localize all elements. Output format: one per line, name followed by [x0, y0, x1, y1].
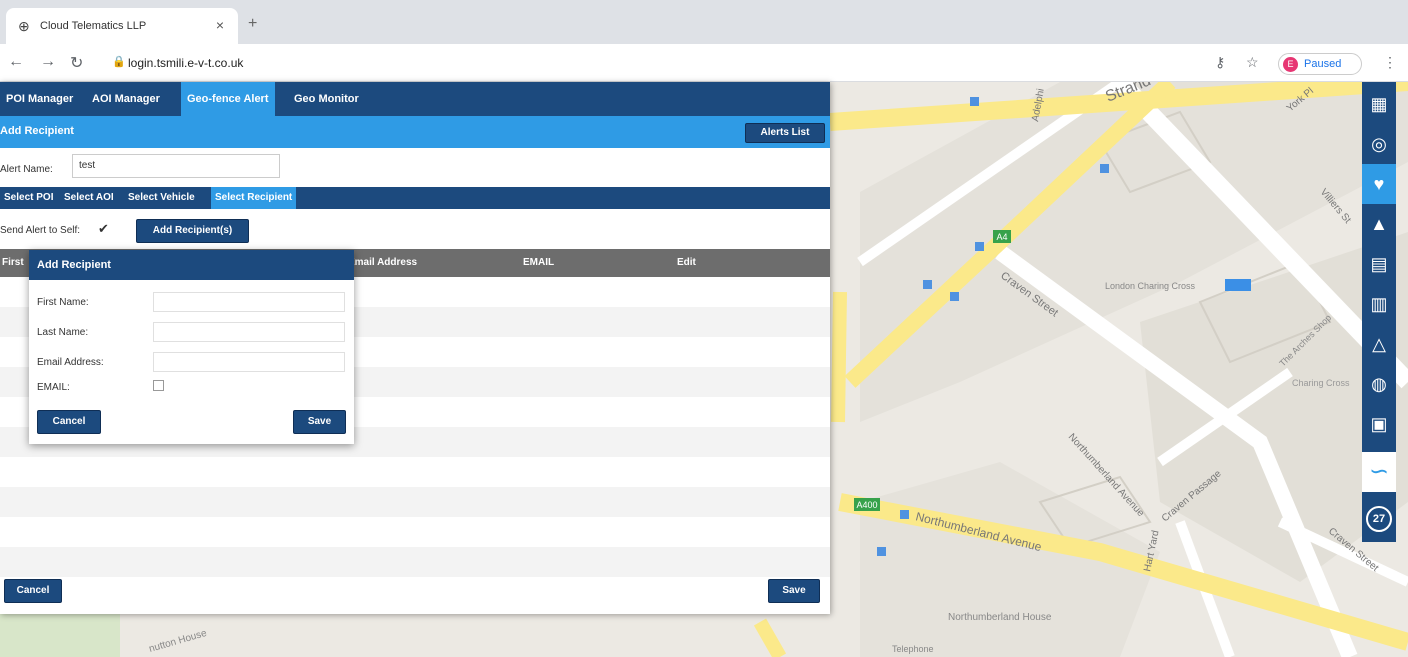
map-label-telephone: Telephone [892, 644, 934, 654]
tab-select-poi[interactable]: Select POI [0, 187, 57, 209]
dialog-title: Add Recipient [37, 259, 111, 271]
send-self-label: Send Alert to Self: [0, 225, 81, 236]
globe-icon[interactable]: ◍ [1362, 364, 1396, 404]
swirl-logo-icon[interactable]: ∽ [1362, 452, 1396, 492]
footer-save-button[interactable]: Save [768, 579, 820, 603]
alert-name-label: Alert Name: [0, 164, 53, 175]
new-tab-icon[interactable]: + [248, 15, 257, 33]
reload-icon[interactable]: ↻ [70, 53, 83, 73]
map-label-charing-cross: London Charing Cross [1105, 281, 1196, 291]
tab-select-aoi[interactable]: Select AOI [60, 187, 118, 209]
map-tools-sidebar: ▦ ◎ ♥ ▲ ▤ ▥ △ ◍ ▣ ∽ 27 [1362, 82, 1396, 542]
add-recipients-button[interactable]: Add Recipient(s) [136, 219, 249, 243]
screen: ⊕ Cloud Telematics LLP × + ← → ↻ 🔒 login… [0, 0, 1408, 657]
last-name-label: Last Name: [37, 327, 89, 338]
tab-poi-manager[interactable]: POI Manager [0, 82, 79, 116]
browser-tabstrip: ⊕ Cloud Telematics LLP × + [0, 0, 1408, 44]
first-name-field[interactable] [153, 292, 345, 312]
alert-subnav: Select POI Select AOI Select Vehicle Sel… [0, 187, 830, 209]
tab-select-recipient[interactable]: Select Recipient [211, 187, 297, 209]
map-label-northumberland-house: Northumberland House [948, 612, 1052, 623]
address-bar[interactable]: 🔒 login.tsmili.e-v-t.co.uk [98, 50, 1248, 76]
avatar: E [1283, 57, 1298, 72]
tab-geo-monitor[interactable]: Geo Monitor [288, 82, 365, 116]
tab-aoi-manager[interactable]: AOI Manager [86, 82, 166, 116]
calendar-icon[interactable]: ▤ [1362, 244, 1396, 284]
email-flag-label: EMAIL: [37, 382, 70, 393]
last-name-field[interactable] [153, 322, 345, 342]
table-row [0, 517, 830, 547]
map-icon[interactable]: ▦ [1362, 84, 1396, 124]
column-first: First [2, 257, 24, 268]
lock-icon: 🔒 [112, 56, 126, 68]
tab-title: Cloud Telematics LLP [40, 20, 147, 32]
badge-count: 27 [1366, 506, 1392, 532]
forward-icon[interactable]: → [40, 53, 56, 71]
back-icon[interactable]: ← [8, 53, 24, 71]
section-title: Add Recipient [0, 125, 74, 137]
alert-name-input[interactable]: test [72, 154, 280, 178]
dialog-header: Add Recipient [29, 250, 354, 280]
column-edit: Edit [677, 257, 696, 268]
dialog-save-button[interactable]: Save [293, 410, 346, 434]
footer-cancel-button[interactable]: Cancel [4, 579, 62, 603]
map-label-charing-cross-gate: Charing Cross [1292, 378, 1350, 388]
key-icon[interactable]: ⚷ [1215, 54, 1225, 71]
globe-icon: ⊕ [18, 18, 30, 34]
menu-icon[interactable]: ⋮ [1383, 54, 1397, 71]
column-email: EMAIL [523, 257, 555, 268]
star-icon[interactable]: ☆ [1246, 54, 1259, 71]
profile-paused-button[interactable]: E Paused [1278, 53, 1362, 75]
tab-geo-fence-alert[interactable]: Geo-fence Alert [181, 82, 275, 116]
tab-select-vehicle[interactable]: Select Vehicle [124, 187, 199, 209]
bell-icon[interactable]: ▲ [1362, 204, 1396, 244]
table-row [0, 547, 830, 577]
alerts-list-button[interactable]: Alerts List [745, 123, 825, 143]
first-name-label: First Name: [37, 297, 89, 308]
email-address-label: Email Address: [37, 357, 104, 368]
browser-toolbar: ← → ↻ 🔒 login.tsmili.e-v-t.co.uk ⚷ ☆ E P… [0, 44, 1408, 82]
warning-icon[interactable]: △ [1362, 324, 1396, 364]
section-header: Add Recipient Alerts List [0, 116, 830, 148]
add-recipient-dialog: Add Recipient First Name: Last Name: Ema… [29, 250, 354, 444]
paused-label: Paused [1304, 58, 1342, 70]
notification-badge[interactable]: 27 [1362, 496, 1396, 536]
clipboard-icon[interactable]: ▥ [1362, 284, 1396, 324]
id-card-icon[interactable]: ▣ [1362, 404, 1396, 444]
a400-shield: A400 [856, 500, 877, 510]
table-row [0, 487, 830, 517]
browser-tab[interactable]: ⊕ Cloud Telematics LLP × [6, 8, 238, 44]
send-self-checkbox[interactable]: ✔ [98, 221, 109, 237]
main-nav: POI Manager AOI Manager Geo-fence Alert … [0, 82, 830, 116]
location-pin-icon[interactable]: ♥ [1362, 164, 1396, 204]
table-row [0, 457, 830, 487]
layers-icon[interactable]: ◎ [1362, 124, 1396, 164]
email-address-field[interactable] [153, 352, 345, 372]
close-tab-icon[interactable]: × [216, 17, 224, 33]
column-email-address: Email Address [348, 257, 418, 268]
a4-shield: A4 [996, 232, 1007, 242]
dialog-cancel-button[interactable]: Cancel [37, 410, 101, 434]
email-flag-checkbox[interactable] [153, 380, 164, 391]
url-text: login.tsmili.e-v-t.co.uk [128, 56, 244, 70]
